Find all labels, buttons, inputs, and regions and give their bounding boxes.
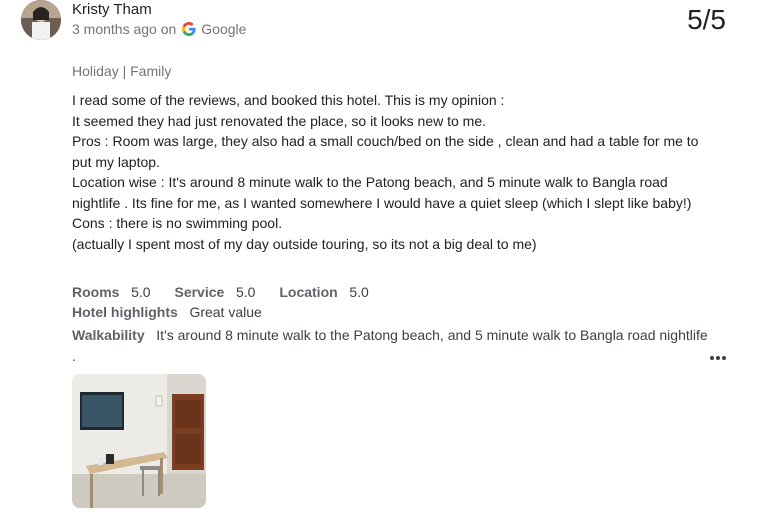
highlights-value: Great value xyxy=(189,304,262,320)
trip-type: Holiday | Family xyxy=(72,63,172,79)
highlights-label: Hotel highlights xyxy=(72,304,178,320)
walkability: Walkability It's around 8 minute walk to… xyxy=(72,325,712,366)
location-label: Location xyxy=(279,284,338,300)
hotel-highlights: Hotel highlights Great value xyxy=(72,304,262,320)
review-text-line: Cons : there is no swimming pool. xyxy=(72,215,283,231)
reviewer-name[interactable]: Kristy Tham xyxy=(72,1,152,18)
category-ratings: Rooms 5.0 Service 5.0 Location 5.0 xyxy=(72,284,369,300)
service-value: 5.0 xyxy=(235,284,256,300)
google-g-icon xyxy=(182,22,196,36)
review-photo[interactable] xyxy=(72,374,206,508)
review-text-line: Pros : Room was large, they also had a s… xyxy=(72,133,699,170)
review-source[interactable]: Google xyxy=(201,21,246,37)
review-text-line: It seemed they had just renovated the pl… xyxy=(72,112,487,129)
review-time: 3 months ago on xyxy=(72,21,177,37)
review-text-line: I read some of the reviews, and booked t… xyxy=(72,92,505,108)
rooms-value: 5.0 xyxy=(131,284,151,300)
reviewer-avatar[interactable] xyxy=(21,0,61,40)
review-meta: 3 months ago on Google xyxy=(72,21,246,37)
rooms-label: Rooms xyxy=(72,284,120,300)
review-rating: 5/5 xyxy=(687,4,726,35)
location-value: 5.0 xyxy=(349,284,369,300)
service-label: Service xyxy=(174,284,225,300)
walkability-label: Walkability xyxy=(72,327,145,343)
more-horizontal-icon[interactable] xyxy=(708,350,728,366)
review-text: I read some of the reviews, and booked t… xyxy=(72,90,712,254)
review-text-line: (actually I spent most of my day outside… xyxy=(72,235,537,252)
review-text-line: Location wise : It's around 8 minute wal… xyxy=(72,174,692,211)
walkability-value: It's around 8 minute walk to the Patong … xyxy=(72,327,708,364)
